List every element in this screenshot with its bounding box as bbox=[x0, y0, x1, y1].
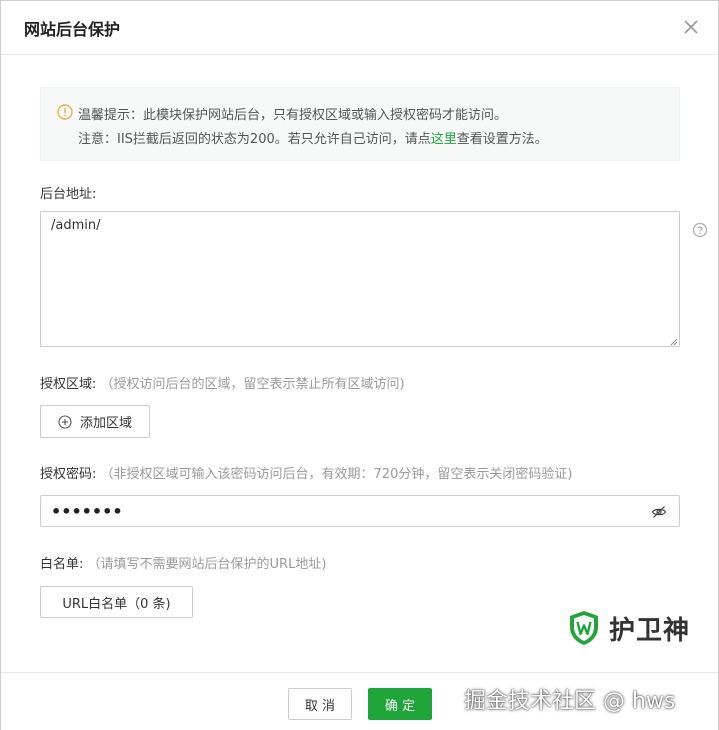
settings-link[interactable]: 这里 bbox=[431, 132, 457, 147]
auth-password-input[interactable]: ••••••• bbox=[40, 495, 680, 527]
auth-region-label-row: 授权区域: （授权访问后台的区域，留空表示禁止所有区域访问) bbox=[40, 373, 405, 392]
cancel-button[interactable]: 取 消 bbox=[288, 688, 352, 720]
help-icon[interactable] bbox=[692, 222, 708, 238]
whitelist-hint: （请填写不需要网站后台保护的URL地址) bbox=[87, 557, 327, 572]
close-icon[interactable] bbox=[681, 17, 701, 37]
dialog-header: 网站后台保护 bbox=[1, 1, 718, 55]
dialog: 网站后台保护 温馨提示：此模块保护网站后台，只有授权区域或输入授权密码才能访问。… bbox=[0, 0, 719, 730]
notice-line-1: 温馨提示：此模块保护网站后台，只有授权区域或输入授权密码才能访问。 bbox=[78, 108, 508, 123]
password-value: ••••••• bbox=[51, 502, 123, 521]
notice-box: 温馨提示：此模块保护网站后台，只有授权区域或输入授权密码才能访问。 注意：IIS… bbox=[40, 87, 680, 161]
warning-icon bbox=[57, 104, 73, 120]
brand-text: 护卫神 bbox=[609, 615, 691, 646]
auth-password-label-row: 授权密码: （非授权区域可输入该密码访问后台，有效期：720分钟，留空表示关闭密… bbox=[40, 463, 572, 482]
brand-logo: 护卫神 bbox=[567, 609, 690, 647]
notice-line-2: 注意：IIS拦截后返回的状态为200。若只允许自己访问，请点这里查看设置方法。 bbox=[78, 128, 548, 147]
resize-grip-icon[interactable] bbox=[668, 335, 678, 346]
notice-line-2-suffix: 查看设置方法。 bbox=[456, 132, 548, 147]
auth-region-hint: （授权访问后台的区域，留空表示禁止所有区域访问) bbox=[100, 377, 405, 392]
notice-line-2-prefix: 注意：IIS拦截后返回的状态为200。若只允许自己访问，请点 bbox=[78, 132, 431, 147]
admin-path-label: 后台地址: bbox=[40, 187, 97, 202]
auth-region-label: 授权区域: bbox=[40, 377, 97, 392]
eye-off-icon[interactable] bbox=[651, 504, 667, 520]
url-whitelist-button[interactable]: URL白名单（0 条) bbox=[40, 586, 193, 618]
auth-password-hint: （非授权区域可输入该密码访问后台，有效期：720分钟，留空表示关闭密码验证) bbox=[100, 467, 573, 482]
plus-circle-icon bbox=[58, 414, 72, 429]
add-region-button[interactable]: 添加区域 bbox=[40, 405, 150, 438]
dialog-title: 网站后台保护 bbox=[24, 20, 121, 39]
shield-logo-icon bbox=[567, 609, 601, 647]
auth-password-label: 授权密码: bbox=[40, 467, 97, 482]
add-region-label: 添加区域 bbox=[79, 416, 132, 431]
watermark: 掘金技术社区 @ hws bbox=[464, 689, 676, 714]
confirm-button[interactable]: 确 定 bbox=[368, 688, 432, 720]
admin-path-input[interactable]: /admin/ bbox=[40, 211, 680, 347]
whitelist-label: 白名单: bbox=[40, 557, 84, 572]
whitelist-label-row: 白名单: （请填写不需要网站后台保护的URL地址) bbox=[40, 553, 326, 572]
